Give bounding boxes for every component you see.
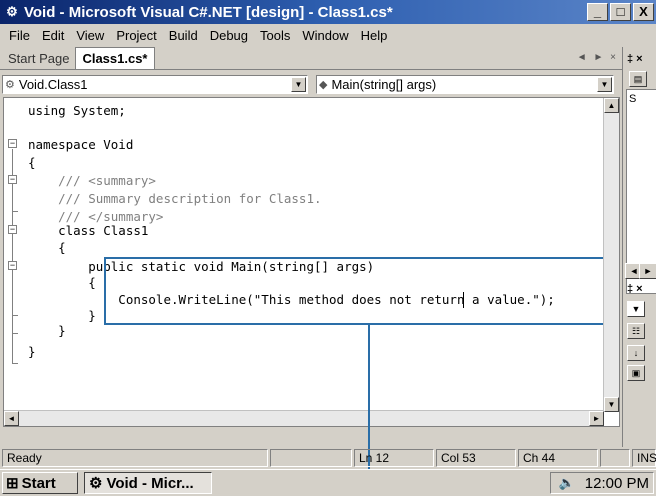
outline-tick: [12, 363, 18, 364]
property-pages-icon[interactable]: ▣: [627, 365, 645, 381]
status-empty: [600, 449, 630, 467]
outline-tick: [12, 333, 18, 334]
taskbar: ⊞ Start ⚙ Void - Micr... 🔈 12:00 PM: [0, 469, 656, 496]
clock[interactable]: 12:00 PM: [585, 475, 649, 492]
member-selector[interactable]: ◆ Main(string[] args) ▼: [316, 75, 614, 94]
tab-nav-controls[interactable]: ◄ ► ×: [577, 52, 618, 63]
outline-tick: [12, 211, 18, 212]
taskbar-app-void[interactable]: ⚙ Void - Micr...: [84, 472, 212, 494]
menu-view[interactable]: View: [70, 28, 110, 43]
outline-gutter: − − − −: [4, 98, 24, 426]
type-selector[interactable]: ⚙ Void.Class1 ▼: [2, 75, 308, 94]
visual-studio-icon: ⚙: [6, 4, 18, 19]
menu-debug[interactable]: Debug: [204, 28, 254, 43]
properties-dropdown[interactable]: ▼: [627, 301, 645, 317]
status-line: Ln 12: [354, 449, 434, 467]
menu-window[interactable]: Window: [296, 28, 354, 43]
tab-start-page[interactable]: Start Page: [2, 48, 75, 69]
menu-tools[interactable]: Tools: [254, 28, 296, 43]
code-comment: /// <summary>: [28, 173, 156, 188]
chevron-down-icon[interactable]: ▼: [291, 77, 306, 92]
menu-bar: File Edit View Project Build Debug Tools…: [0, 24, 656, 46]
scroll-right-icon[interactable]: ►: [639, 263, 656, 279]
collapse-icon[interactable]: −: [8, 139, 17, 148]
code-line: class Class1: [28, 223, 149, 238]
maximize-button[interactable]: □: [610, 3, 631, 21]
member-selector-value: Main(string[] args): [331, 77, 437, 92]
collapse-icon[interactable]: −: [8, 175, 17, 184]
code-line: }: [28, 323, 66, 338]
panel-pin-controls[interactable]: ‡ ×: [627, 53, 643, 65]
code-line: }: [28, 344, 36, 359]
menu-edit[interactable]: Edit: [36, 28, 70, 43]
horizontal-scrollbar[interactable]: ◄ ►: [4, 410, 604, 426]
text-cursor: [463, 292, 464, 308]
windows-logo-icon: ⊞: [6, 475, 19, 492]
scroll-down-icon[interactable]: ▼: [604, 397, 619, 412]
window-title: Void - Microsoft Visual C#.NET [design] …: [24, 3, 393, 21]
status-ready: Ready: [2, 449, 268, 467]
status-char: Ch 44: [518, 449, 598, 467]
speaker-icon[interactable]: 🔈: [559, 475, 575, 491]
taskbar-app-label: Void - Micr...: [106, 474, 194, 492]
code-line: namespace Void: [28, 137, 134, 152]
code-line: using System;: [28, 103, 126, 118]
categorized-icon[interactable]: ☷: [627, 323, 645, 339]
scroll-up-icon[interactable]: ▲: [604, 98, 619, 113]
start-label: Start: [21, 474, 56, 492]
class-icon: ⚙: [5, 79, 15, 91]
tab-class1[interactable]: Class1.cs*: [75, 47, 155, 69]
collapse-icon[interactable]: −: [8, 225, 17, 234]
status-empty: [270, 449, 352, 467]
status-insert-mode: INS: [632, 449, 656, 467]
properties-icon[interactable]: ▤: [629, 71, 647, 87]
menu-build[interactable]: Build: [163, 28, 204, 43]
panel-pin-controls[interactable]: ‡ ×: [627, 283, 643, 295]
code-line: {: [28, 275, 96, 290]
start-button[interactable]: ⊞ Start: [2, 472, 78, 494]
document-tabs: Start Page Class1.cs* ◄ ► ×: [0, 47, 622, 70]
vertical-scrollbar[interactable]: ▲ ▼: [603, 98, 619, 412]
method-icon: ◆: [319, 79, 328, 91]
status-bar: Ready Ln 12 Col 53 Ch 44 INS: [0, 447, 656, 469]
code-line: {: [28, 240, 66, 255]
system-tray: 🔈 12:00 PM: [550, 472, 654, 494]
menu-project[interactable]: Project: [110, 28, 162, 43]
minimize-button[interactable]: _: [587, 3, 608, 21]
code-line: {: [28, 155, 36, 170]
code-comment: /// Summary description for Class1.: [28, 191, 322, 206]
chevron-down-icon[interactable]: ▼: [597, 77, 612, 92]
status-column: Col 53: [436, 449, 516, 467]
solution-explorer-panel: ‡ × ▤ S ◄ ► ‡ × ▼ ☷ ↓ ▣: [622, 47, 656, 447]
scroll-left-icon[interactable]: ◄: [4, 411, 19, 426]
title-bar: ⚙ Void - Microsoft Visual C#.NET [design…: [0, 0, 656, 24]
code-editor[interactable]: − − − − using System; namespace Void { /…: [3, 97, 620, 427]
method-highlight-callout: [104, 257, 612, 325]
collapse-icon[interactable]: −: [8, 261, 17, 270]
outline-tick: [12, 315, 18, 316]
menu-file[interactable]: File: [3, 28, 36, 43]
visual-studio-icon: ⚙: [89, 475, 103, 492]
solution-node[interactable]: S: [629, 93, 636, 105]
menu-help[interactable]: Help: [355, 28, 394, 43]
scroll-right-icon[interactable]: ►: [589, 411, 604, 426]
type-selector-value: Void.Class1: [18, 77, 88, 92]
alphabetical-icon[interactable]: ↓: [627, 345, 645, 361]
navigation-bar: ⚙ Void.Class1 ▼ ◆ Main(string[] args) ▼: [0, 72, 622, 96]
close-button[interactable]: X: [633, 3, 654, 21]
